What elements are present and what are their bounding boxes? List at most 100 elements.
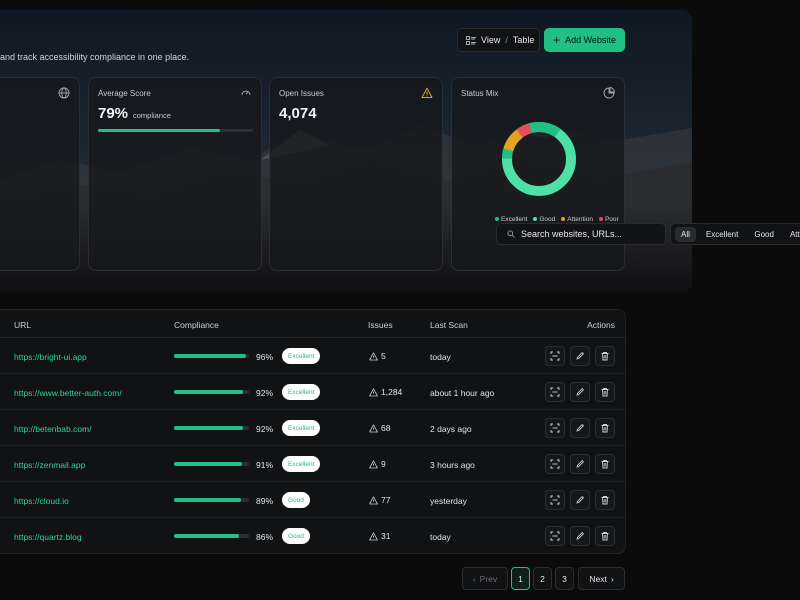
page-3-button[interactable]: 3	[555, 567, 574, 590]
rescan-button[interactable]	[545, 418, 565, 438]
pencil-icon	[575, 459, 585, 469]
next-page-button[interactable]: Next ›	[578, 567, 625, 590]
table-row: https://cloud.io 89% Good 77 yesterday	[0, 482, 625, 518]
trash-icon	[600, 423, 610, 433]
delete-button[interactable]	[595, 346, 615, 366]
row-compliance-pct: 91%	[256, 460, 274, 470]
open-issues-label: Open Issues	[279, 89, 324, 98]
table-row: http://betenbab.com/92% Excellent 68 2 days…	[0, 410, 625, 446]
delete-button[interactable]	[595, 382, 615, 402]
legend-attention: Attention	[561, 216, 593, 223]
websites-table: URL Compliance Issues Last Scan Actions …	[0, 309, 626, 554]
row-compliance-fill	[174, 534, 239, 538]
row-url-link[interactable]: http://betenbab.com/	[14, 424, 92, 434]
header-actions: Actions	[587, 320, 615, 330]
delete-button[interactable]	[595, 418, 615, 438]
search-placeholder: Search websites, URLs...	[521, 229, 623, 239]
filter-good[interactable]: Good	[748, 227, 780, 242]
edit-button[interactable]	[570, 490, 590, 510]
edit-button[interactable]	[570, 382, 590, 402]
row-compliance-fill	[174, 390, 243, 394]
average-score-progress	[98, 129, 253, 132]
row-status-badge: Good	[282, 528, 310, 544]
filter-all[interactable]: All	[675, 226, 696, 242]
prev-label: Prev	[479, 573, 498, 584]
pencil-icon	[575, 495, 585, 505]
add-website-button[interactable]: + Add Website	[544, 28, 625, 52]
row-issues: 31	[369, 531, 390, 541]
row-issues: 77	[369, 495, 390, 505]
average-score-label: Average Score	[98, 89, 151, 98]
warning-icon	[369, 495, 378, 505]
rescan-button[interactable]	[545, 490, 565, 510]
delete-button[interactable]	[595, 490, 615, 510]
row-compliance-pct: 92%	[256, 388, 274, 398]
row-status-badge: Excellent	[282, 456, 321, 472]
header-compliance: Compliance	[174, 320, 219, 330]
legend-excellent: Excellent	[495, 216, 527, 223]
trash-icon	[600, 495, 610, 505]
row-issues: 5	[369, 351, 386, 361]
view-mode: Table	[512, 35, 535, 45]
delete-button[interactable]	[595, 454, 615, 474]
row-url-link[interactable]: https://bright-ui.app	[14, 352, 87, 362]
rescan-button[interactable]	[545, 382, 565, 402]
edit-button[interactable]	[570, 418, 590, 438]
row-compliance-bar	[174, 390, 249, 394]
filter-excellent[interactable]: Excellent	[700, 227, 744, 242]
add-website-label: Add Website	[565, 35, 616, 45]
edit-button[interactable]	[570, 346, 590, 366]
row-url-link[interactable]: https://www.better-auth.com/	[14, 388, 122, 398]
average-score-value: 79%	[98, 105, 129, 122]
row-issues-count: 1,284	[381, 387, 403, 397]
rescan-button[interactable]	[545, 454, 565, 474]
filter-attention[interactable]: Attenti	[784, 227, 800, 242]
table-row: https://quartz.blog 86% Good 31 today	[0, 518, 625, 553]
row-compliance-fill	[174, 426, 243, 430]
edit-button[interactable]	[570, 454, 590, 474]
row-issues-count: 31	[381, 531, 391, 541]
status-mix-label: Status Mix	[461, 89, 499, 98]
page-2-button[interactable]: 2	[533, 567, 552, 590]
table-row: https://bright-ui.app 96% Excellent 5 today	[0, 338, 625, 374]
warning-icon	[369, 423, 378, 433]
page-1-button[interactable]: 1	[511, 567, 530, 590]
delete-button[interactable]	[595, 526, 615, 546]
row-issues-count: 5	[381, 351, 386, 361]
row-url-link[interactable]: https://zenmail.app	[14, 460, 85, 470]
rescan-button[interactable]	[545, 526, 565, 546]
row-compliance-bar	[174, 462, 249, 466]
row-last-scan: 3 hours ago	[430, 460, 475, 470]
row-compliance-bar	[174, 426, 249, 430]
row-status-badge: Excellent	[282, 348, 321, 364]
warning-icon	[369, 351, 378, 361]
edit-button[interactable]	[570, 526, 590, 546]
list-view-icon	[466, 35, 476, 45]
pencil-icon	[575, 387, 585, 397]
row-compliance-bar	[174, 498, 249, 502]
gauge-icon	[241, 90, 251, 96]
search-input[interactable]: Search websites, URLs...	[496, 223, 666, 245]
row-status-badge: Excellent	[282, 384, 321, 400]
table-row: https://www.better-auth.com/92% Excellent…	[0, 374, 625, 410]
row-last-scan: today	[430, 532, 451, 542]
row-url-link[interactable]: https://quartz.blog	[14, 532, 82, 542]
legend-good: Good	[533, 216, 555, 223]
view-separator: /	[505, 35, 508, 45]
plus-icon: +	[553, 33, 561, 47]
view-label: View	[481, 35, 501, 45]
trash-icon	[600, 531, 610, 541]
row-compliance-pct: 96%	[256, 352, 274, 362]
table-row: https://zenmail.app 91% Excellent 9 3 hours …	[0, 446, 625, 482]
rescan-button[interactable]	[545, 346, 565, 366]
pie-chart-icon	[603, 87, 615, 99]
row-url-link[interactable]: https://cloud.io	[14, 496, 69, 506]
row-status-badge: Excellent	[282, 420, 321, 436]
row-compliance-bar	[174, 534, 249, 538]
globe-icon	[58, 87, 70, 99]
view-toggle-button[interactable]: View / Table	[457, 28, 540, 52]
warning-icon	[369, 387, 378, 397]
prev-page-button[interactable]: ‹ Prev	[462, 567, 508, 590]
average-score-card: Average Score 79% compliance	[88, 77, 262, 271]
row-compliance-pct: 89%	[256, 496, 274, 506]
